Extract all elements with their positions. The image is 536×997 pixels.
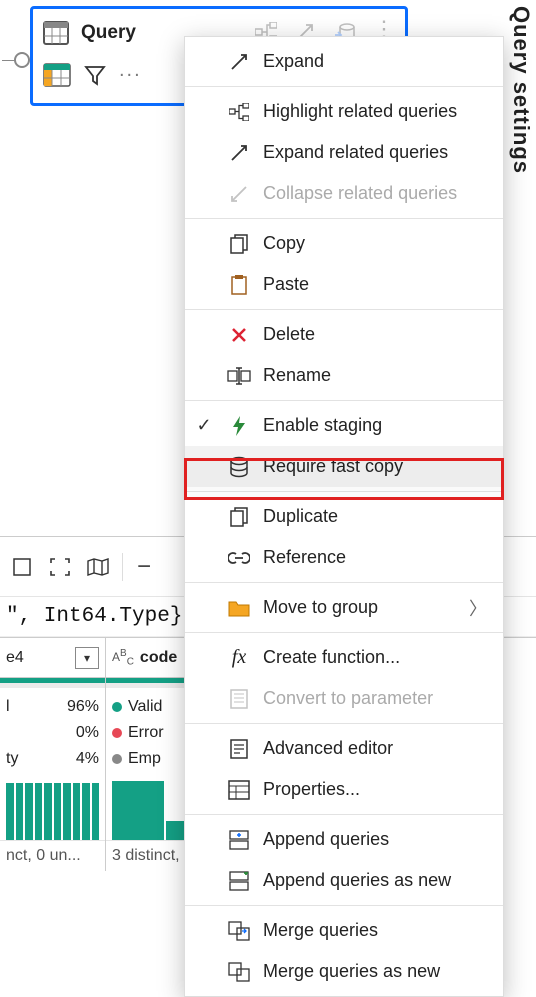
delete-icon: [227, 323, 251, 347]
menu-expand[interactable]: Expand: [185, 41, 503, 82]
menu-properties[interactable]: Properties...: [185, 769, 503, 810]
merge-icon: [227, 919, 251, 943]
menu-require-fast-copy[interactable]: Require fast copy: [185, 446, 503, 487]
parameter-icon: [227, 687, 251, 711]
menu-expand-related[interactable]: Expand related queries: [185, 132, 503, 173]
node-connector[interactable]: [14, 52, 30, 68]
query-title: Query: [81, 22, 136, 44]
diagram-icon: [227, 100, 251, 124]
expand-icon: [227, 141, 251, 165]
ellipsis-icon[interactable]: ...: [119, 59, 142, 90]
distinct-label: nct, 0 un...: [0, 840, 105, 871]
menu-paste[interactable]: Paste: [185, 264, 503, 305]
menu-rename[interactable]: Rename: [185, 355, 503, 396]
chevron-right-icon: 〉: [469, 595, 487, 621]
folder-icon: [227, 596, 251, 620]
paste-icon: [227, 273, 251, 297]
menu-append-new[interactable]: Append queries as new: [185, 860, 503, 901]
rename-icon: [227, 364, 251, 388]
zoom-out-button[interactable]: −: [133, 553, 155, 581]
quality-bar: [0, 678, 105, 688]
append-icon: [227, 828, 251, 852]
fit-icon[interactable]: [46, 553, 74, 581]
editor-icon: [227, 737, 251, 761]
properties-icon: [227, 778, 251, 802]
menu-advanced-editor[interactable]: Advanced editor: [185, 728, 503, 769]
map-icon[interactable]: [84, 553, 112, 581]
menu-create-function[interactable]: fx Create function...: [185, 637, 503, 678]
menu-highlight-related[interactable]: Highlight related queries: [185, 91, 503, 132]
menu-move-to-group[interactable]: Move to group 〉: [185, 587, 503, 628]
menu-merge[interactable]: Merge queries: [185, 910, 503, 951]
histogram: [0, 774, 105, 840]
check-icon: ✓: [193, 415, 215, 436]
menu-enable-staging[interactable]: ✓ Enable staging: [185, 405, 503, 446]
collapse-icon: [227, 182, 251, 206]
menu-copy[interactable]: Copy: [185, 223, 503, 264]
expand-icon: [227, 50, 251, 74]
menu-collapse-related: Collapse related queries: [185, 173, 503, 214]
filter-icon[interactable]: [83, 63, 107, 87]
menu-append[interactable]: Append queries: [185, 819, 503, 860]
query-settings-panel-label[interactable]: Query settings: [508, 6, 534, 174]
preview-col-1: e4 ▾ l96% 0% ty4% nct, 0 un...: [0, 638, 106, 871]
append-new-icon: [227, 869, 251, 893]
chevron-down-icon[interactable]: ▾: [75, 647, 99, 669]
lightning-icon: [227, 414, 251, 438]
col-header[interactable]: e4 ▾: [0, 638, 105, 678]
reference-icon: [227, 546, 251, 570]
table-icon: [43, 21, 69, 45]
function-icon: fx: [227, 646, 251, 670]
toolbar-btn-1[interactable]: [8, 553, 36, 581]
menu-convert-to-parameter: Convert to parameter: [185, 678, 503, 719]
copy-icon: [227, 232, 251, 256]
menu-duplicate[interactable]: Duplicate: [185, 496, 503, 537]
menu-delete[interactable]: Delete: [185, 314, 503, 355]
duplicate-icon: [227, 505, 251, 529]
context-menu: Expand Highlight related queries Expand …: [184, 36, 504, 997]
database-fast-icon: [227, 455, 251, 479]
loaded-table-icon: [43, 63, 71, 87]
menu-reference[interactable]: Reference: [185, 537, 503, 578]
